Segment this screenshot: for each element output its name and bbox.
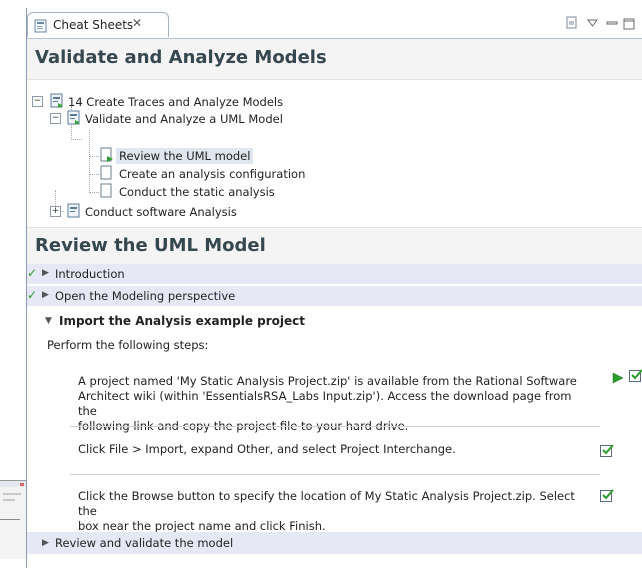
page-title: Validate and Analyze Models (35, 47, 327, 68)
cheat-sheet-title-bar: Validate and Analyze Models (27, 39, 642, 80)
cheatsheet-group-icon (50, 93, 64, 113)
step-label[interactable]: Review and validate the model (55, 536, 233, 550)
cheat-sheet-view: Cheat Sheets ✕ Validate and Analyze Mode… (26, 8, 642, 568)
view-menu-icon[interactable] (587, 15, 599, 34)
section-title: Review the UML Model (35, 235, 266, 256)
tree-item-software-analysis[interactable]: Conduct software Analysis (85, 204, 237, 220)
run-step-icon[interactable] (611, 370, 625, 389)
complete-step-icon[interactable] (599, 488, 615, 508)
expand-arrow-icon[interactable]: ▶ (42, 290, 49, 300)
step-row-import-project[interactable]: ▼ Import the Analysis example project (27, 306, 642, 336)
cheatsheet-icon (34, 18, 48, 37)
tree-toggle-group[interactable]: − (50, 113, 61, 124)
complete-step-icon[interactable] (599, 443, 615, 463)
check-icon: ✓ (27, 288, 38, 302)
close-tab-icon[interactable]: ✕ (132, 16, 142, 30)
cheatsheet-item-icon (67, 203, 81, 223)
collapse-arrow-icon[interactable]: ▼ (45, 316, 52, 326)
expand-arrow-icon[interactable]: ▶ (42, 268, 49, 278)
substep-3: Click the Browse button to specify the l… (78, 489, 575, 533)
complete-step-icon[interactable] (628, 368, 642, 388)
tree-item-analysis-config[interactable]: Create an analysis configuration (119, 166, 305, 182)
tree-item-static-analysis[interactable]: Conduct the static analysis (119, 184, 275, 200)
minimize-icon[interactable] (566, 15, 578, 34)
tree-item-root[interactable]: 14 Create Traces and Analyze Models (68, 94, 283, 110)
background-window (0, 480, 27, 559)
tab-cheat-sheets[interactable]: Cheat Sheets ✕ (27, 12, 169, 37)
tab-label: Cheat Sheets (53, 18, 134, 32)
tree-toggle-root[interactable]: − (32, 96, 43, 107)
cheatsheet-item-icon (67, 110, 81, 130)
tree-toggle-software-analysis[interactable]: + (50, 206, 61, 217)
step-intro: Perform the following steps: (27, 336, 642, 358)
step-row-modeling-perspective[interactable]: ✓ ▶ Open the Modeling perspective (27, 286, 642, 306)
tree-item-group[interactable]: Validate and Analyze a UML Model (85, 111, 283, 127)
step-row-review-validate[interactable]: ▶ Review and validate the model (27, 532, 642, 554)
maximize-icon[interactable] (623, 15, 635, 34)
check-icon: ✓ (27, 266, 38, 280)
substep-2: Click File > Import, expand Other, and s… (78, 442, 456, 456)
section-title-bar: Review the UML Model (27, 227, 642, 264)
minimize-view-icon[interactable] (606, 15, 618, 34)
intro-text: Perform the following steps: (47, 338, 209, 352)
step-label-expanded[interactable]: Import the Analysis example project (59, 314, 305, 328)
current-task-icon (100, 147, 114, 167)
expand-arrow-icon[interactable]: ▶ (42, 538, 49, 548)
tree-item-review-uml[interactable]: Review the UML model (116, 148, 254, 164)
task-icon (100, 183, 114, 203)
substep-1: A project named 'My Static Analysis Proj… (78, 374, 577, 433)
step-label[interactable]: Open the Modeling perspective (55, 289, 235, 303)
task-icon (100, 165, 114, 185)
step-row-introduction[interactable]: ✓ ▶ Introduction (27, 264, 642, 284)
cheat-sheet-tree: − 14 Create Traces and Analyze Models − … (27, 80, 642, 220)
view-tab-bar: Cheat Sheets ✕ (27, 8, 642, 39)
step-label[interactable]: Introduction (55, 267, 125, 281)
